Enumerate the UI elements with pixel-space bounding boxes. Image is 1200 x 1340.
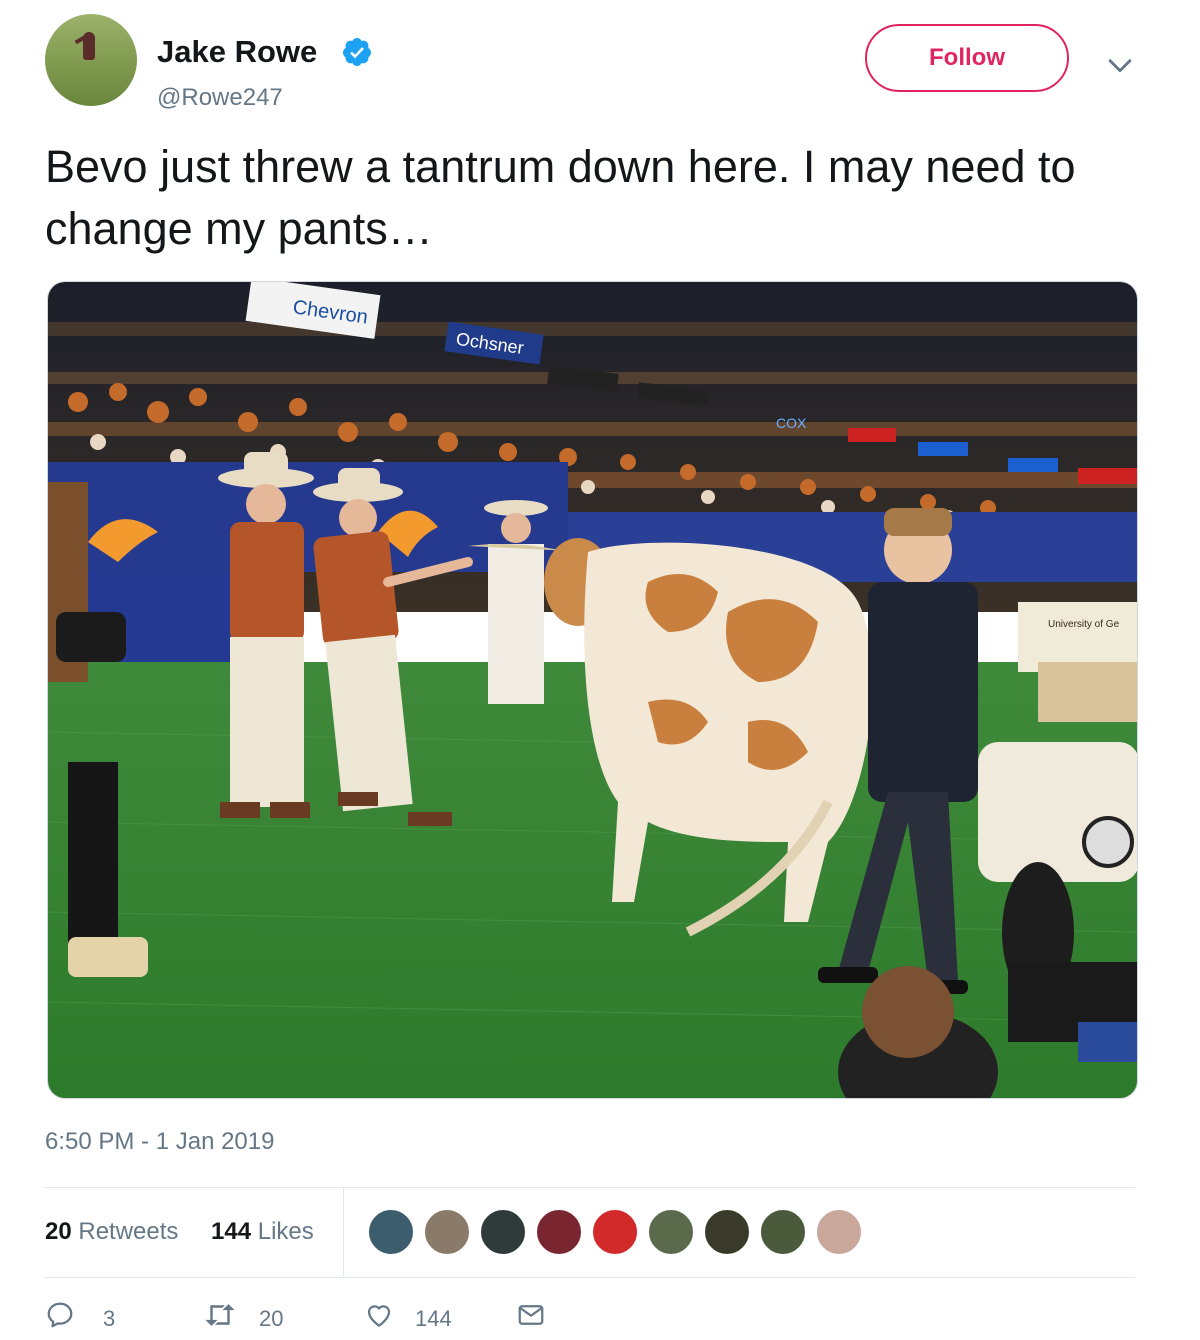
tweet-header: Jake Rowe @Rowe247 Follow [45, 14, 1155, 112]
liker-avatar-2[interactable] [423, 1208, 471, 1256]
reply-button[interactable]: 3 [45, 1296, 125, 1336]
liker-avatar-6[interactable] [647, 1208, 695, 1256]
chevron-down-icon[interactable] [1103, 48, 1137, 82]
stats-separator [343, 1188, 344, 1276]
liker-avatar-7[interactable] [703, 1208, 751, 1256]
heart-icon [367, 1305, 391, 1327]
verified-badge-icon [342, 38, 371, 66]
svg-text:University of Ge: University of Ge [1048, 619, 1120, 630]
retweets-count: 20 [45, 1218, 72, 1245]
like-count: 144 [415, 1306, 452, 1331]
liker-avatar-4[interactable] [535, 1208, 583, 1256]
retweet-button[interactable]: 20 [203, 1296, 313, 1336]
likes-label: Likes [257, 1218, 314, 1245]
like-button[interactable]: 144 [363, 1296, 493, 1336]
cox-sign: COX [776, 415, 807, 431]
follow-button[interactable]: Follow [865, 24, 1069, 92]
retweet-count: 20 [259, 1306, 284, 1331]
liker-avatar-1[interactable] [367, 1208, 415, 1256]
user-avatar[interactable] [45, 14, 137, 106]
retweets-stat[interactable]: 20 Retweets [45, 1218, 178, 1246]
stadium-scene-image: Chevron Ochsner COX University of Ge [48, 282, 1137, 1098]
user-handle[interactable]: @Rowe247 [157, 84, 283, 112]
liker-avatar-3[interactable] [479, 1208, 527, 1256]
tweet-stats: 20 Retweets 144 Likes [45, 1188, 1135, 1278]
liker-avatar-5[interactable] [591, 1208, 639, 1256]
user-display-name[interactable]: Jake Rowe [157, 34, 317, 70]
reply-icon [47, 1302, 73, 1328]
reply-count: 3 [103, 1306, 116, 1331]
divider [45, 1277, 1135, 1278]
tweet-text: Bevo just threw a tantrum down here. I m… [45, 141, 1076, 254]
liker-avatar-9[interactable] [815, 1208, 863, 1256]
envelope-icon [518, 1305, 544, 1325]
retweets-label: Retweets [78, 1218, 179, 1245]
tweet-actions: 3 20 144 [45, 1296, 645, 1336]
svg-text:COX: COX [776, 415, 807, 431]
direct-message-button[interactable] [515, 1296, 555, 1336]
liker-avatar-8[interactable] [759, 1208, 807, 1256]
avatar-figure [83, 32, 95, 60]
tweet-timestamp[interactable]: 6:50 PM - 1 Jan 2019 [45, 1128, 274, 1156]
likes-stat[interactable]: 144 Likes [211, 1218, 314, 1246]
likes-count: 144 [211, 1218, 252, 1245]
retweet-icon [205, 1304, 235, 1326]
tweet-photo[interactable]: Chevron Ochsner COX University of Ge [47, 281, 1138, 1099]
